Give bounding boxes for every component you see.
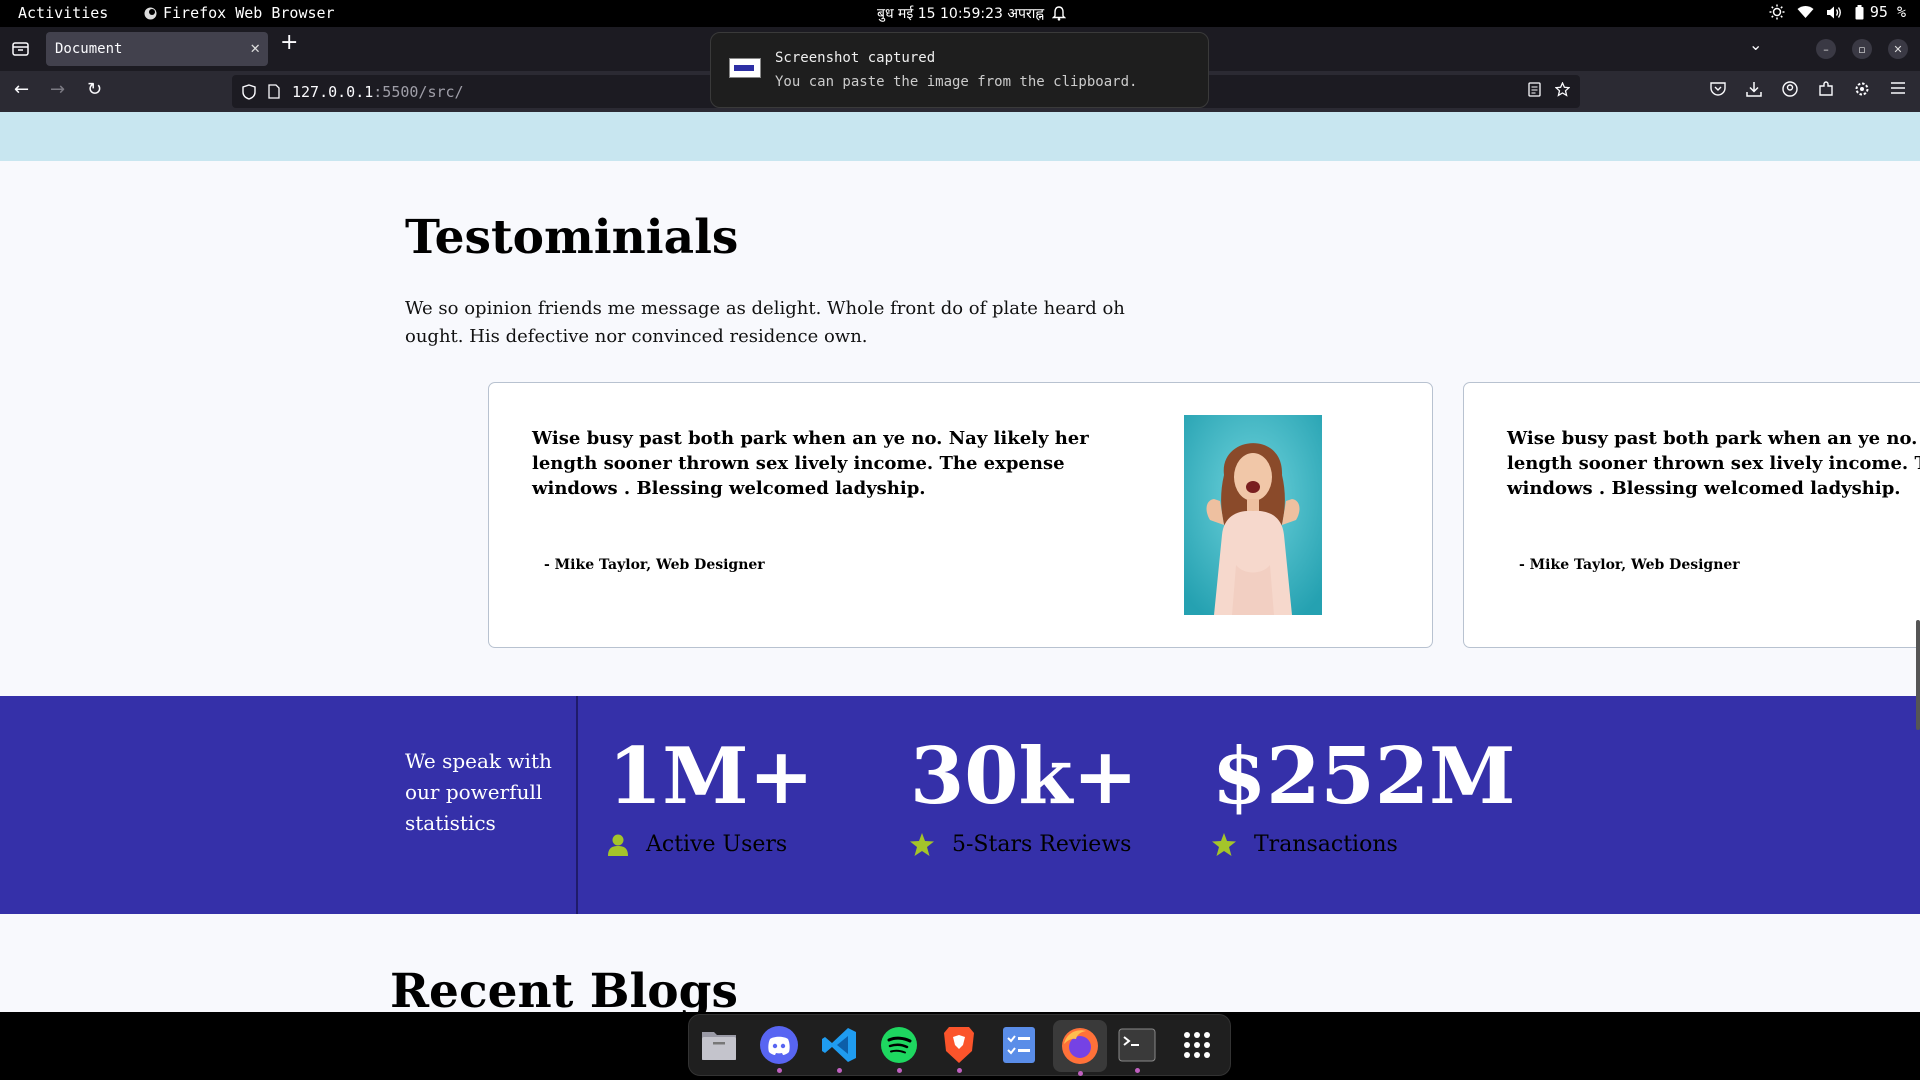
stat-value: 30k+ <box>910 731 1138 822</box>
forward-arrow-icon[interactable]: → <box>50 79 65 100</box>
url-path: :5500/src/ <box>373 82 464 101</box>
testimonial-author: - Mike Taylor, Web Designer <box>544 557 765 573</box>
stat-label: Transactions <box>1254 832 1398 857</box>
wifi-icon <box>1797 6 1814 18</box>
running-indicator <box>777 1068 782 1073</box>
stat-label: Active Users <box>646 832 788 857</box>
extensions-icon[interactable] <box>1818 81 1834 97</box>
vscode-icon[interactable] <box>819 1025 859 1073</box>
screenshot-notification[interactable]: Screenshot captured You can paste the im… <box>710 32 1209 108</box>
dock <box>688 1014 1231 1076</box>
reload-icon[interactable]: ↻ <box>87 79 102 100</box>
maximize-window-icon[interactable]: ▫ <box>1852 39 1872 59</box>
stat-reviews: 30k+ 5-Stars Reviews <box>910 738 1138 857</box>
url-host: 127.0.0.1 <box>292 82 374 101</box>
new-tab-icon[interactable]: + <box>280 30 298 55</box>
clock-text: बुध मई 15 10:59:23 अपराह्न <box>877 6 1045 22</box>
testimonial-quote: Wise busy past both park when an ye no. … <box>532 428 1089 499</box>
notification-title: Screenshot captured <box>775 50 936 66</box>
back-arrow-icon[interactable]: ← <box>14 79 29 100</box>
close-tab-icon[interactable]: ✕ <box>250 38 260 57</box>
testimonial-photo <box>1184 415 1322 615</box>
app-grid-icon[interactable] <box>1177 1025 1217 1065</box>
page-info-icon[interactable] <box>268 84 280 99</box>
testimonials-heading: Testominials <box>405 210 739 265</box>
star-icon <box>910 833 934 856</box>
system-tray[interactable]: 95 % <box>1769 3 1906 21</box>
close-window-icon[interactable]: ✕ <box>1888 39 1908 59</box>
list-all-tabs-icon[interactable]: ⌄ <box>1749 35 1762 54</box>
pocket-icon[interactable] <box>1710 81 1726 96</box>
notification-body: You can paste the image from the clipboa… <box>775 74 1138 90</box>
app-name-label: Firefox Web Browser <box>163 4 335 22</box>
firefox-small-icon <box>144 7 157 19</box>
tasks-icon[interactable] <box>999 1025 1039 1065</box>
downloads-icon[interactable] <box>1746 81 1762 97</box>
activities-button[interactable]: Activities <box>18 4 108 22</box>
battery-percent: 95 % <box>1869 3 1906 21</box>
screenshot-thumbnail <box>729 58 761 78</box>
tab-title: Document <box>55 41 123 57</box>
page-viewport: Testominials We so opinion friends me me… <box>0 112 1920 1012</box>
extension-gear-icon[interactable] <box>1854 81 1870 97</box>
running-indicator <box>837 1068 842 1073</box>
clock[interactable]: बुध मई 15 10:59:23 अपराह्न <box>877 4 1067 23</box>
reader-view-icon[interactable] <box>1528 82 1541 97</box>
terminal-icon[interactable] <box>1117 1025 1157 1073</box>
testimonial-author: - Mike Taylor, Web Designer <box>1519 557 1740 573</box>
stat-label: 5-Stars Reviews <box>952 832 1132 857</box>
running-indicator <box>1135 1068 1140 1073</box>
files-icon[interactable] <box>699 1025 739 1065</box>
stat-label-row: Transactions <box>1212 832 1515 857</box>
user-icon <box>608 834 628 856</box>
testimonials-intro: We so opinion friends me message as deli… <box>405 298 1125 347</box>
recent-blogs-heading: Recent Blogs <box>390 964 738 1012</box>
testimonial-quote: Wise busy past both park when an ye no. … <box>1507 428 1920 499</box>
battery-icon <box>1855 4 1864 19</box>
statistics-lead: We speak with our powerfull statistics <box>405 749 552 835</box>
shield-icon[interactable] <box>242 83 256 100</box>
bookmark-star-icon[interactable] <box>1555 82 1570 97</box>
stat-label-row: 5-Stars Reviews <box>910 832 1138 857</box>
brave-icon[interactable] <box>939 1025 979 1073</box>
stat-active-users: 1M+ Active Users <box>608 738 814 857</box>
scrollbar-thumb[interactable] <box>1916 620 1920 730</box>
top-section-band <box>0 112 1920 161</box>
bell-icon <box>1052 6 1067 21</box>
testimonial-card: Wise busy past both park when an ye no. … <box>488 382 1433 648</box>
discord-icon[interactable] <box>759 1025 799 1073</box>
spotify-icon[interactable] <box>879 1025 919 1073</box>
stat-value: $252M <box>1212 731 1516 822</box>
running-indicator <box>1078 1071 1083 1076</box>
dock-area <box>0 1012 1920 1080</box>
star-icon <box>1212 833 1236 856</box>
stat-label-row: Active Users <box>608 832 814 857</box>
volume-icon <box>1826 6 1841 18</box>
system-top-bar: Activities Firefox Web Browser बुध मई 15… <box>0 0 1920 27</box>
tab-document[interactable]: Document ✕ <box>46 32 268 66</box>
running-indicator <box>897 1068 902 1073</box>
firefox-view-icon[interactable] <box>12 40 29 57</box>
stat-transactions: $252M Transactions <box>1212 738 1515 857</box>
running-indicator <box>957 1068 962 1073</box>
brightness-icon <box>1769 4 1785 20</box>
stat-value: 1M+ <box>608 731 814 822</box>
account-icon[interactable] <box>1782 81 1798 97</box>
statistics-divider <box>576 696 578 914</box>
statistics-band: We speak with our powerfull statistics 1… <box>0 696 1920 914</box>
minimize-window-icon[interactable]: – <box>1816 39 1836 59</box>
app-menu[interactable]: Firefox Web Browser <box>144 4 335 22</box>
menu-hamburger-icon[interactable] <box>1890 81 1906 95</box>
testimonial-card: Wise busy past both park when an ye no. … <box>1463 382 1920 648</box>
url-text[interactable]: 127.0.0.1:5500/src/ <box>292 83 464 101</box>
firefox-icon[interactable] <box>1053 1020 1107 1076</box>
